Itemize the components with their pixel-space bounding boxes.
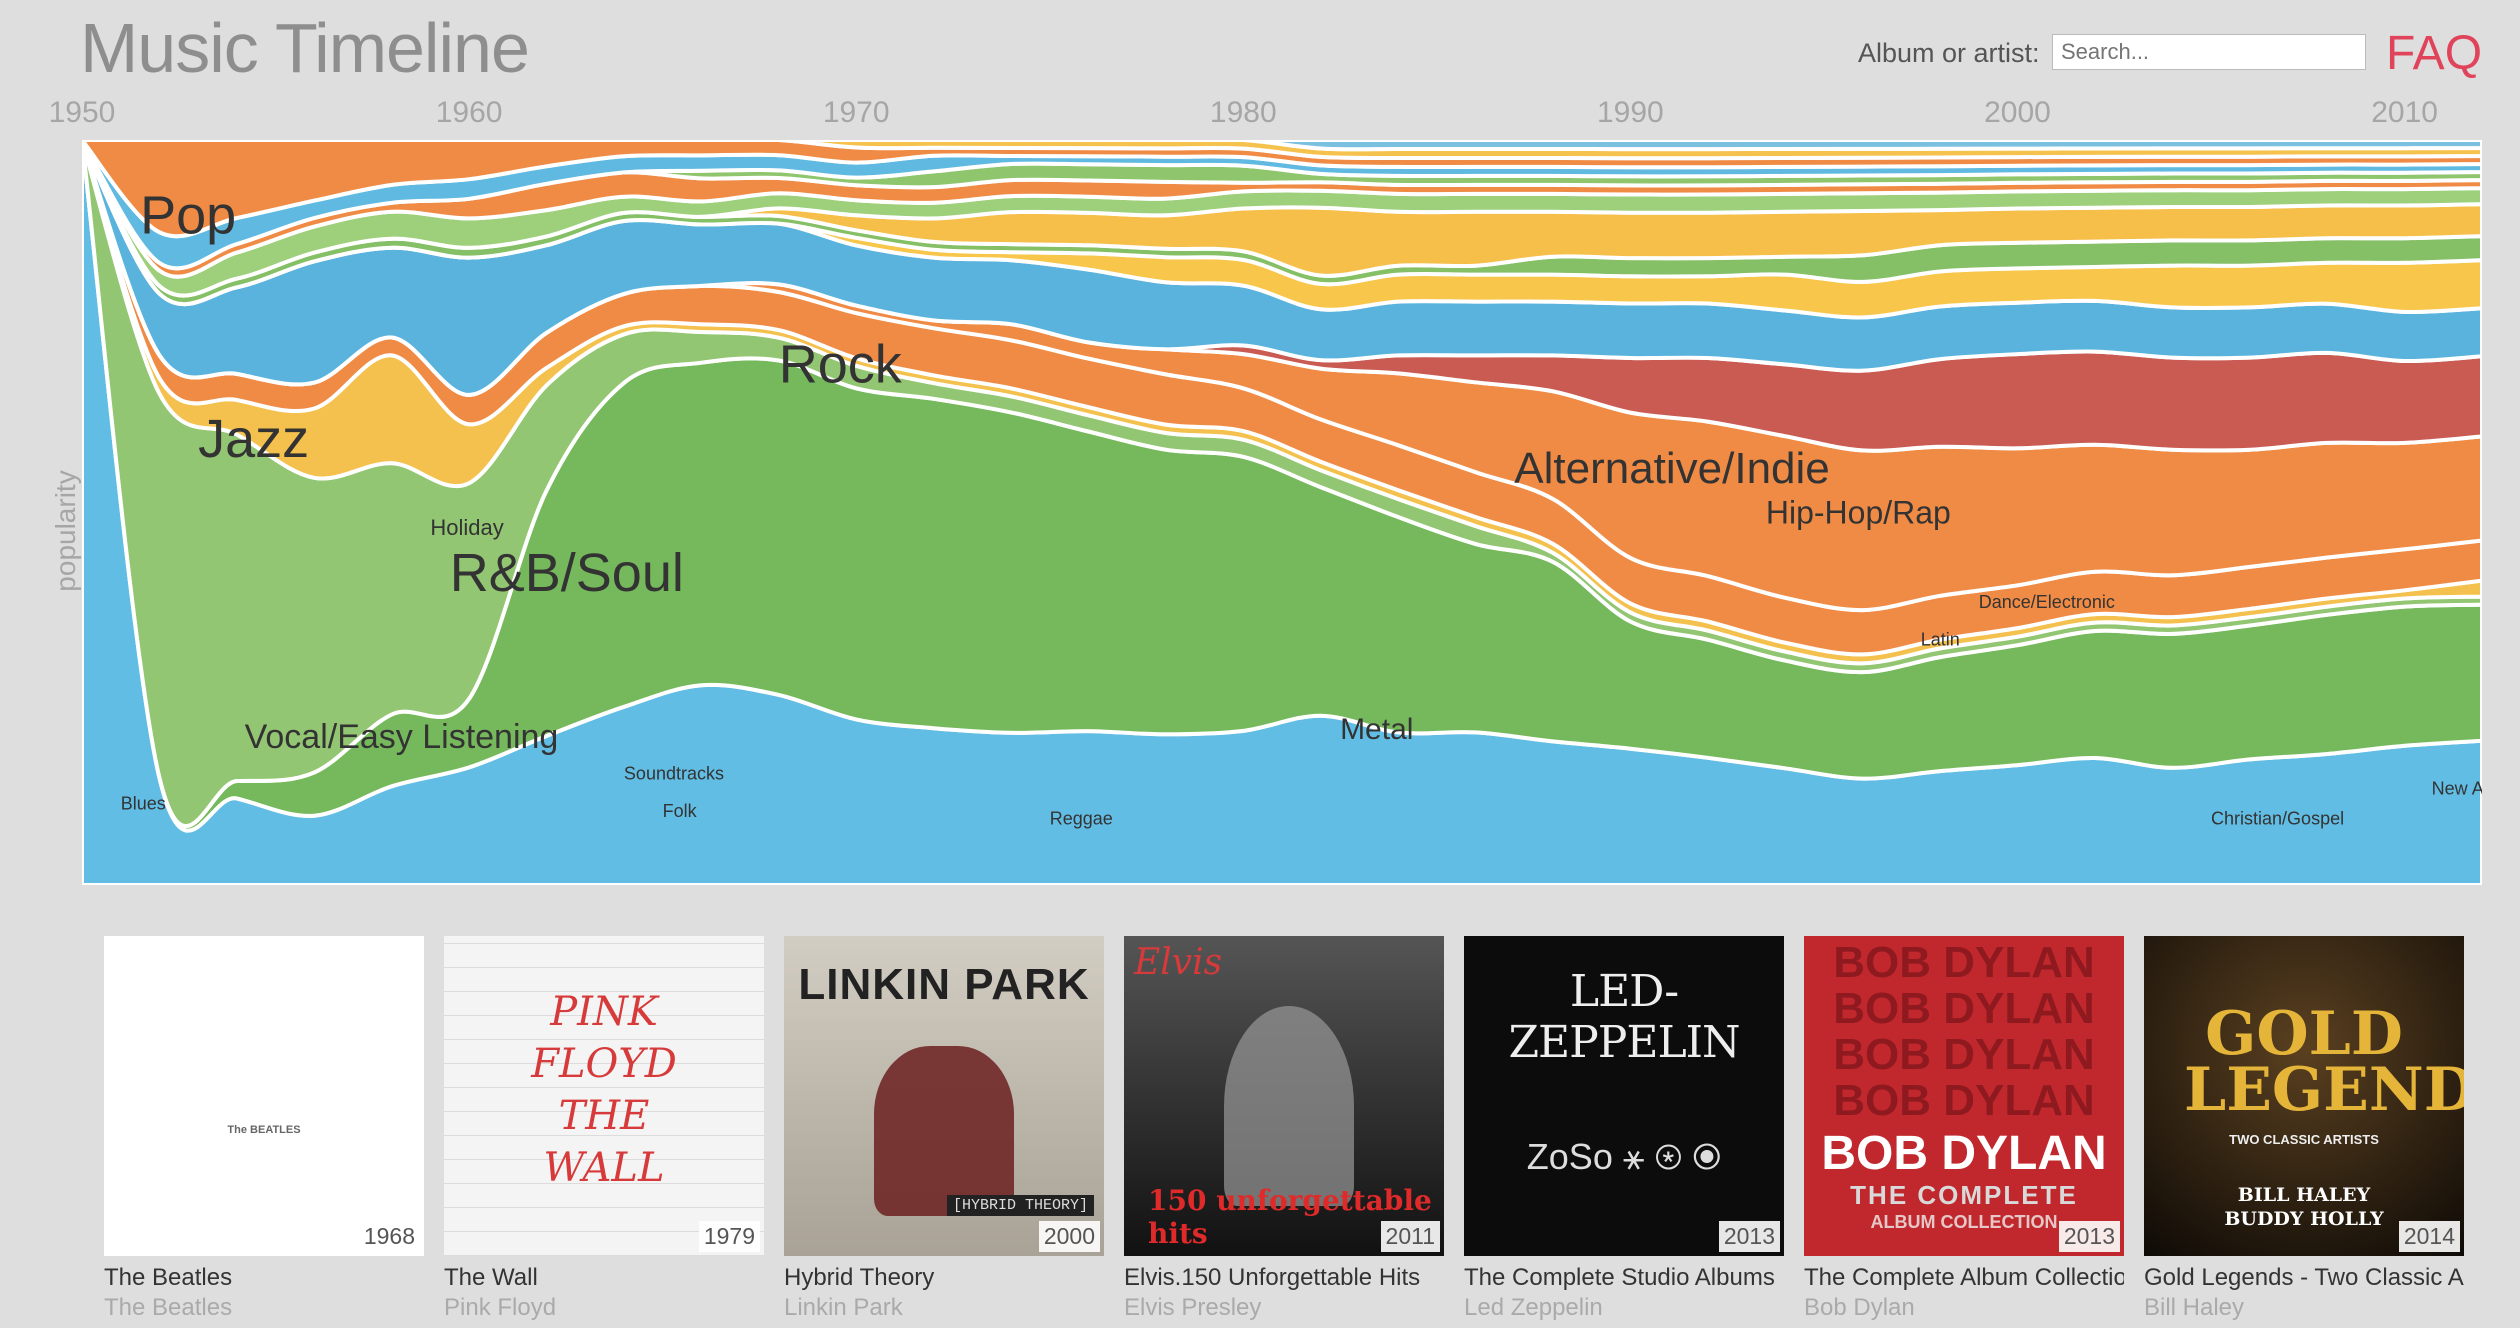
album-artist[interactable]: Linkin Park	[784, 1294, 1104, 1322]
genre-label: Metal	[1340, 713, 1413, 746]
cover-text: ZoSo ⚹ ⊛ ⦿	[1526, 1136, 1722, 1177]
cover-text: GOLD LEGENDS	[2184, 999, 2464, 1125]
genre-label: Blues	[121, 793, 166, 813]
cover-text: BOB DYLAN BOB DYLAN BOB DYLAN BOB DYLAN	[1833, 938, 2095, 1125]
cover-text: Elvis	[1134, 942, 1223, 983]
album-artist[interactable]: Led Zeppelin	[1464, 1294, 1784, 1322]
cover-text: TWO CLASSIC ARTISTS	[2229, 1132, 2379, 1147]
cover-figure	[874, 1046, 1014, 1216]
album-artist[interactable]: Elvis Presley	[1124, 1294, 1444, 1322]
search-input[interactable]	[2052, 34, 2366, 70]
genre-label: Dance/Electronic	[1979, 592, 2115, 612]
genre-label: Reggae	[1050, 808, 1113, 828]
cover-text: BOB DYLAN	[1821, 1127, 2107, 1180]
cover-figure	[1224, 1006, 1354, 1206]
album-year-badge: 2013	[2058, 1221, 2120, 1252]
album-cover[interactable]: LINKIN PARK [HYBRID THEORY] 2000	[784, 936, 1104, 1256]
album-title[interactable]: The Beatles	[104, 1264, 424, 1292]
album-year-badge: 2000	[1038, 1221, 1100, 1252]
year-tick-label: 1980	[1209, 96, 1277, 129]
album-year-badge: 2011	[1380, 1221, 1440, 1252]
cover-text: THE COMPLETE	[1850, 1180, 2078, 1210]
year-tick-label: 2000	[1984, 96, 2051, 129]
album-cover[interactable]: GOLD LEGENDS TWO CLASSIC ARTISTS BILL HALE…	[2144, 936, 2464, 1256]
faq-link[interactable]: FAQ	[2386, 26, 2482, 81]
album-card[interactable]: BOB DYLAN BOB DYLAN BOB DYLAN BOB DYLAN B…	[1804, 936, 2124, 1322]
cover-text: PINK FLOYD THE WALL	[531, 989, 677, 1191]
year-tick-label: 1970	[822, 96, 890, 129]
genre-label: Holiday	[430, 515, 503, 540]
album-card[interactable]: PINK FLOYD THE WALL 1979 The Wall Pink Floy…	[444, 936, 764, 1322]
year-tick-label: 2010	[2371, 96, 2438, 129]
album-title[interactable]: Gold Legends - Two Classic Artists	[2144, 1264, 2464, 1292]
genre-label: Jazz	[198, 409, 309, 469]
search-label: Album or artist:	[1858, 38, 2040, 68]
album-title[interactable]: Elvis.150 Unforgettable Hits	[1124, 1264, 1444, 1292]
album-artist[interactable]: The Beatles	[104, 1294, 424, 1322]
album-card[interactable]: LINKIN PARK [HYBRID THEORY] 2000 Hybrid The…	[784, 936, 1104, 1322]
year-tick-label: 1950	[48, 96, 116, 129]
cover-text: [HYBRID THEORY]	[946, 1195, 1094, 1216]
album-artist[interactable]: Pink Floyd	[444, 1294, 764, 1322]
genre-label: New Age	[2432, 778, 2482, 798]
genre-label: Latin	[1921, 629, 1960, 649]
album-cover[interactable]: LED-ZEPPELIN ZoSo ⚹ ⊛ ⦿ 2013	[1464, 936, 1784, 1256]
album-year-badge: 1968	[358, 1221, 420, 1252]
genre-label: Rock	[779, 334, 903, 394]
cover-text: The BEATLES	[227, 1124, 301, 1136]
album-year-badge: 1979	[698, 1221, 760, 1252]
album-card[interactable]: The BEATLES 1968 The Beatles The Beatles	[104, 936, 424, 1322]
page-title: Music Timeline	[80, 9, 530, 87]
genre-label: Vocal/Easy Listening	[245, 718, 559, 756]
album-card[interactable]: GOLD LEGENDS TWO CLASSIC ARTISTS BILL HALE…	[2144, 936, 2464, 1322]
genre-label: R&B/Soul	[450, 543, 684, 603]
genre-label: Hip-Hop/Rap	[1766, 495, 1951, 531]
album-year-badge: 2014	[2398, 1221, 2460, 1252]
album-cover[interactable]: BOB DYLAN BOB DYLAN BOB DYLAN BOB DYLAN B…	[1804, 936, 2124, 1256]
genre-label: Alternative/Indie	[1514, 444, 1830, 493]
genre-label: Folk	[663, 801, 698, 821]
cover-text: LINKIN PARK	[798, 960, 1090, 1009]
album-artist[interactable]: Bob Dylan	[1804, 1294, 2124, 1322]
album-card[interactable]: Elvis 150 unforgettable hits 2011 Elvis.150…	[1124, 936, 1444, 1322]
album-artist[interactable]: Bill Haley	[2144, 1294, 2464, 1322]
genre-label: Soundtracks	[624, 764, 724, 784]
album-title[interactable]: The Complete Album Collection	[1804, 1264, 2124, 1292]
album-card[interactable]: LED-ZEPPELIN ZoSo ⚹ ⊛ ⦿ 2013 The Complete S…	[1464, 936, 1784, 1322]
album-title[interactable]: The Wall	[444, 1264, 764, 1292]
genre-label: Pop	[140, 185, 236, 245]
album-cover[interactable]: The BEATLES 1968	[104, 936, 424, 1256]
year-tick-label: 1960	[435, 96, 503, 129]
album-cover[interactable]: Elvis 150 unforgettable hits 2011	[1124, 936, 1444, 1256]
y-axis-label: popularity	[50, 470, 81, 592]
year-tick-label: 1990	[1597, 96, 1664, 129]
cover-text: LED-ZEPPELIN	[1508, 966, 1740, 1068]
genre-label: Christian/Gospel	[2211, 808, 2344, 828]
album-cover[interactable]: PINK FLOYD THE WALL 1979	[444, 936, 764, 1256]
stream-chart[interactable]: Pop Jazz Rock R&B/Soul Vocal/Easy Listening A…	[82, 140, 2482, 885]
album-title[interactable]: Hybrid Theory	[784, 1264, 1104, 1292]
album-title[interactable]: The Complete Studio Albums	[1464, 1264, 1784, 1292]
album-year-badge: 2013	[1718, 1221, 1780, 1252]
cover-text: BILL HALEY	[2237, 1184, 2371, 1206]
